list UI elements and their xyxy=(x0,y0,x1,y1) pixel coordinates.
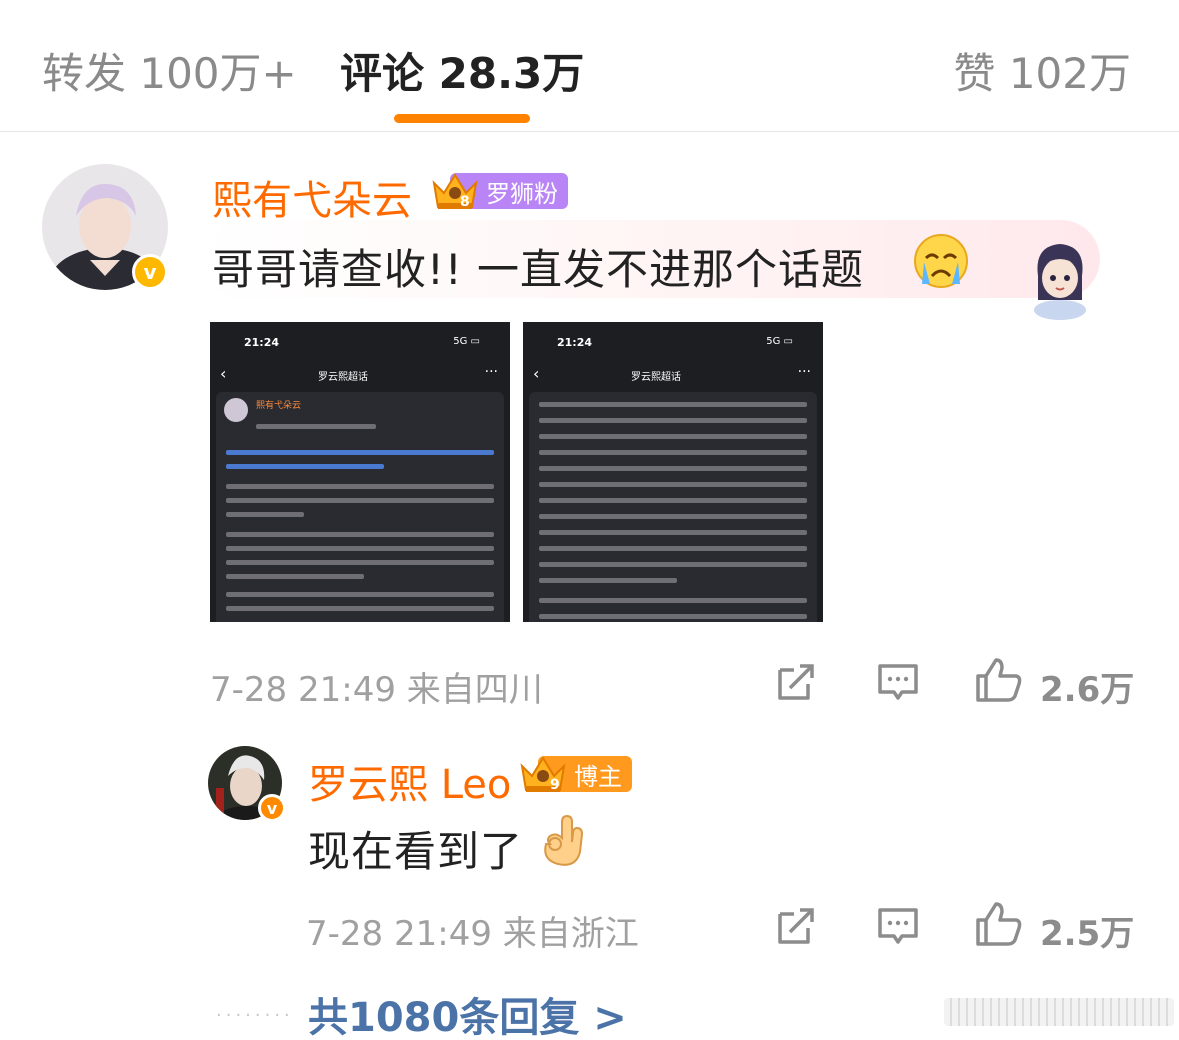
repost-icon[interactable] xyxy=(774,904,818,948)
ok-hand-icon xyxy=(544,814,584,866)
comment-icon[interactable] xyxy=(876,904,920,948)
verified-badge-icon: v xyxy=(132,254,168,290)
fan-level-number: 8 xyxy=(460,194,470,210)
comment-text: 哥哥请查收!! 一直发不进那个话题 xyxy=(212,245,865,294)
thumb-nav-title: 罗云熙超话 xyxy=(631,372,681,383)
repost-icon[interactable] xyxy=(774,660,818,704)
reply-like-count: 2.5万 xyxy=(1040,914,1135,954)
crown-icon xyxy=(520,756,566,792)
thumb-nav: ‹ 罗云熙超话 ··· xyxy=(210,364,510,390)
thumb-nav: ‹ 罗云熙超话 ··· xyxy=(523,364,823,390)
crying-face-icon xyxy=(914,234,968,288)
verified-badge-icon: v xyxy=(258,794,286,822)
thumb-nav-title: 罗云熙超话 xyxy=(318,372,368,383)
comment-like-count: 2.6万 xyxy=(1040,670,1135,710)
more-icon: ··· xyxy=(797,364,811,380)
comment-image-1[interactable]: 21:24 5G ▭ ‹ 罗云熙超话 ··· 熙有弋朵云 xyxy=(210,322,510,622)
thumb-time: 21:24 xyxy=(244,336,280,349)
reply-text: 现在看到了 xyxy=(308,827,524,876)
view-replies-link[interactable]: 共1080条回复 > xyxy=(308,985,627,1040)
thread-connector: ········ xyxy=(216,1005,294,1026)
fan-level-badge[interactable]: 8 罗狮粉 xyxy=(430,172,568,210)
like-icon[interactable] xyxy=(974,656,1024,704)
reply-meta: 7-28 21:49 来自浙江 xyxy=(306,914,639,954)
thumb-author: 熙有弋朵云 xyxy=(256,401,302,411)
owner-level-number: 9 xyxy=(550,777,560,793)
thumb-post-card: 熙有弋朵云 xyxy=(216,392,504,622)
comment-tabs: 转发 100万+ 评论 28.3万 赞 102万 xyxy=(0,0,1179,132)
crown-icon xyxy=(432,173,478,209)
decorative-chibi-icon xyxy=(1034,244,1086,320)
like-icon[interactable] xyxy=(974,900,1024,948)
thumb-post-card xyxy=(529,392,817,622)
signal-icon: 5G ▭ xyxy=(766,336,793,347)
reply-username[interactable]: 罗云熙 Leo xyxy=(308,752,511,810)
comment-icon[interactable] xyxy=(876,660,920,704)
comment-meta: 7-28 21:49 来自四川 xyxy=(210,670,543,710)
back-icon: ‹ xyxy=(533,364,540,383)
thumb-time: 21:24 xyxy=(557,336,593,349)
more-icon: ··· xyxy=(484,364,498,380)
comment-image-2[interactable]: 21:24 5G ▭ ‹ 罗云熙超话 ··· xyxy=(523,322,823,622)
owner-level-badge[interactable]: 9 博主 xyxy=(518,755,632,793)
tab-repost[interactable]: 转发 100万+ xyxy=(42,40,297,101)
tab-comments[interactable]: 评论 28.3万 xyxy=(340,40,584,101)
commenter-username[interactable]: 熙有弋朵云 xyxy=(212,168,412,226)
bottom-overlay xyxy=(944,998,1174,1026)
back-icon: ‹ xyxy=(220,364,227,383)
thumb-avatar xyxy=(224,398,248,422)
tab-likes[interactable]: 赞 102万 xyxy=(953,40,1131,101)
active-tab-indicator xyxy=(394,114,530,123)
signal-icon: 5G ▭ xyxy=(453,336,480,347)
